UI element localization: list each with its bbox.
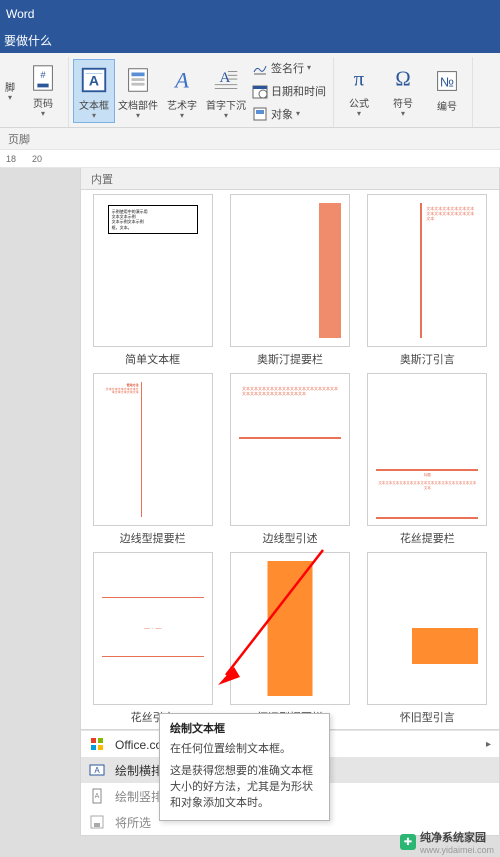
tooltip-line: 在任何位置绘制文本框。 [170,742,319,758]
word-art-button[interactable]: A 艺术字 ▾ [161,59,203,123]
svg-text:A: A [94,766,100,775]
page-number-icon: # [28,63,58,93]
gallery-item-filigree-quote[interactable]: — · — 花丝引言 [87,552,218,725]
vertical-textbox-icon: A [89,788,105,804]
gallery-item-simple[interactable]: 示例使用中的演示用文本文本示例文本示例文本示例框，文本。 简单文本框 [87,194,218,367]
dropdown-icon: ▾ [401,112,405,116]
dropdown-icon: ▾ [307,66,311,70]
watermark-url: www.yidaimei.com [420,845,494,855]
textbox-gallery: 示例使用中的演示用文本文本示例文本示例文本示例框，文本。 简单文本框 奥斯汀提要… [80,190,500,730]
watermark-logo-icon: ✚ [400,834,416,850]
textbox-icon: A [79,65,109,95]
object-button[interactable]: 对象 ▾ [249,103,329,125]
chevron-right-icon: ▸ [486,739,491,750]
svg-text:π: π [354,68,365,90]
watermark: ✚ 纯净系统家园 www.yidaimei.com [400,829,494,855]
number-button[interactable]: № 编号 [426,57,468,121]
textbox-button[interactable]: A 文本框 ▾ [73,59,115,123]
watermark-brand: 纯净系统家园 [420,829,494,845]
dropdown-icon: ▾ [41,112,45,116]
app-name: Word [6,7,34,21]
tooltip: 绘制文本框 在任何位置绘制文本框。 这是获得您想要的准确文本框大小的好方法，尤其… [159,713,330,821]
save-icon [89,814,105,830]
gallery-item-filigree-sidebar[interactable]: 标题文本文本文本文本文本文本文本文本文本文本文本文本文本文本文本 花丝提要栏 [362,373,493,546]
number-icon: № [432,66,462,96]
horizontal-textbox-icon: A [89,762,105,778]
svg-text:Ω: Ω [395,68,410,90]
gallery-item-border-sidebar[interactable]: 使用方法文本文本文本文本文本文本文本文本文本文本 边线型提要栏 [87,373,218,546]
svg-text:A: A [89,72,99,88]
object-icon [252,106,268,122]
symbol-icon: Ω [388,63,418,93]
dropdown-icon: ▾ [296,112,300,116]
ruler: 18 20 [0,150,500,168]
drop-cap-button[interactable]: A 首字下沉 ▾ [205,59,247,123]
date-time-button[interactable]: 日期和时间 [249,80,329,102]
quick-parts-icon [123,65,153,95]
gallery-item-border-quote[interactable]: 文本文本文本文本文本文本文本文本文本文本文本文本文本文本文本文本文本文本文本文本… [224,373,355,546]
tooltip-line: 这是获得您想要的准确文本框大小的好方法，尤其是为形状和对象添加文本时。 [170,764,319,812]
menu-label: 将所选 [115,814,151,831]
svg-text:A: A [173,67,189,92]
office-icon [89,736,105,752]
signature-line-button[interactable]: 签名行 ▾ [249,57,329,79]
gallery-item-austin-sidebar[interactable]: 奥斯汀提要栏 [224,194,355,367]
page-footer-button[interactable]: 脚 ▾ [0,57,20,121]
quick-parts-button[interactable]: 文档部件 ▾ [117,59,159,123]
dropdown-icon: ▾ [8,96,12,100]
tell-me-bar[interactable]: 要做什么 [0,28,500,53]
svg-text:№: № [440,74,454,89]
dropdown-icon: ▾ [357,112,361,116]
header-footer-strip: 页脚 [0,128,500,150]
svg-text:A: A [95,793,100,800]
signature-icon [252,60,268,76]
dropdown-icon: ▾ [224,114,228,118]
word-art-icon: A [167,65,197,95]
gallery-item-austin-quote[interactable]: 文本文本文本文本文本文本文本文本文本文本文本文本文本 奥斯汀引言 [362,194,493,367]
symbol-button[interactable]: Ω 符号 ▾ [382,57,424,121]
dropdown-icon: ▾ [136,114,140,118]
page-number-button[interactable]: # 页码 ▾ [22,57,64,121]
drop-cap-icon: A [211,65,241,95]
svg-text:#: # [40,70,46,80]
tooltip-title: 绘制文本框 [170,722,319,738]
svg-text:A: A [219,69,230,85]
dropdown-icon: ▾ [92,114,96,118]
equation-button[interactable]: π 公式 ▾ [338,57,380,121]
gallery-item-retrospect-sidebar[interactable]: 怀旧型提要栏 [224,552,355,725]
gallery-section-header: 内置 [80,168,500,190]
title-bar: Word [0,0,500,28]
gallery-item-retrospect-quote[interactable]: 怀旧型引言 [362,552,493,725]
tell-me-text: 要做什么 [4,32,52,49]
date-time-icon [252,83,268,99]
equation-icon: π [344,63,374,93]
ribbon: 脚 ▾ # 页码 ▾ A 文本框 ▾ 文档部件 ▾ A 艺术 [0,53,500,128]
dropdown-icon: ▾ [180,114,184,118]
